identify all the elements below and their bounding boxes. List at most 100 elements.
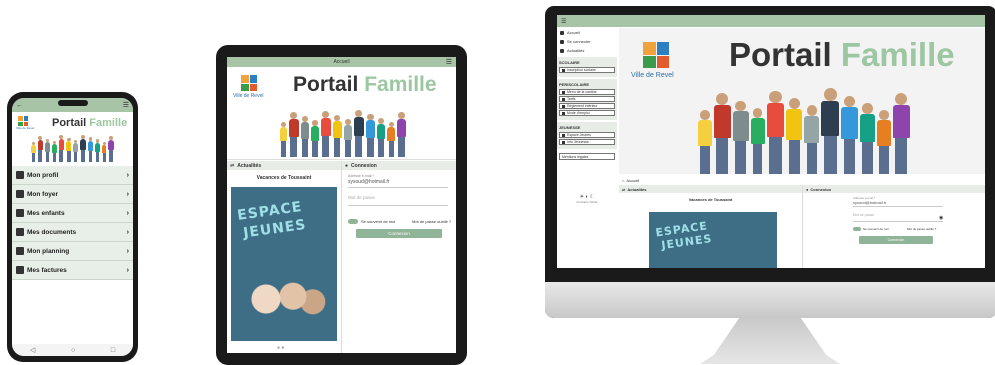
back-icon[interactable]: ◁: [30, 346, 35, 354]
child-figure: [108, 136, 114, 162]
menu-item-planning[interactable]: Mon planning ›: [12, 242, 133, 261]
home-icon[interactable]: ⌂: [622, 178, 624, 183]
youth-icon: [562, 133, 565, 137]
sidebar-group-scolaire: SCOLAIRE Inscription scolaire: [557, 57, 617, 77]
sidebar-item-tarifs[interactable]: Tarifs: [559, 96, 615, 102]
child-figure: [66, 137, 72, 162]
monitor-sidebar: Accueil Se connecter Actualités SCOLAIRE…: [557, 28, 617, 204]
sidebar-item-info-jeunesse[interactable]: Info Jeunesse: [559, 139, 615, 145]
child-figure: [73, 140, 78, 162]
monitor-device: ☰ Accueil Se connecter Actualités SCOLAI…: [545, 6, 995, 318]
poster-photo: [239, 271, 329, 327]
child-figure: [766, 90, 785, 174]
tablet-hero: Ville de Revel Portail Famille: [227, 67, 456, 159]
child-figure: [31, 141, 36, 162]
news-poster[interactable]: ESPACE JEUNES: [649, 212, 777, 268]
child-figure: [79, 134, 86, 162]
child-figure: [300, 116, 310, 157]
sidebar-item-home[interactable]: Accueil: [557, 28, 617, 37]
email-field[interactable]: Adresse e-mail * sysoud@hotmail.fr: [853, 196, 943, 207]
sidebar-item-espace-jeunes[interactable]: Espace Jeunes: [559, 132, 615, 138]
menu-item-invoices[interactable]: Mes factures ›: [12, 261, 133, 280]
phone-screen: ← ☰ Ville de Revel Portail Famille Mon p…: [12, 98, 133, 356]
city-logo: [18, 116, 28, 126]
child-figure: [58, 135, 65, 162]
forgot-password-link[interactable]: Mot de passe oublié ?: [412, 219, 451, 224]
chevron-right-icon: ›: [126, 171, 129, 179]
carousel-dots[interactable]: ● ●: [277, 345, 284, 351]
password-field[interactable]: Mot de passe: [853, 213, 943, 222]
sidebar-item-news[interactable]: Actualités: [557, 46, 617, 55]
chevron-right-icon: ›: [126, 228, 129, 236]
sidebar-item-inscription[interactable]: Inscription scolaire: [559, 67, 615, 73]
child-figure: [95, 139, 100, 162]
document-icon: [562, 104, 565, 108]
hamburger-menu-icon[interactable]: ☰: [123, 101, 129, 109]
eye-icon[interactable]: ◉: [939, 215, 943, 221]
calendar-icon: [16, 247, 24, 255]
password-field[interactable]: Mot de passe: [348, 195, 448, 206]
sidebar-item-login[interactable]: Se connecter: [557, 37, 617, 46]
city-name: Ville de Revel: [233, 93, 264, 99]
breadcrumb: ⌂ Accueil: [622, 177, 640, 183]
remember-me-toggle[interactable]: Se souvenir de moi: [853, 227, 889, 231]
info-icon: [562, 140, 565, 144]
recents-icon[interactable]: □: [111, 347, 115, 354]
toggle-switch[interactable]: [348, 219, 358, 224]
monitor-login-panel: ● Connexion Adresse e-mail * sysoud@hotma…: [803, 185, 985, 268]
tablet-device: Accueil ☰ Ville de Revel Portail Famille…: [216, 45, 467, 365]
children-banner: [233, 105, 453, 157]
news-poster[interactable]: ESPACE JEUNES: [231, 187, 337, 341]
monitor-screen: ☰ Accueil Se connecter Actualités SCOLAI…: [557, 15, 985, 268]
monitor-top-bar: ☰: [557, 15, 985, 27]
menu-item-household[interactable]: Mon foyer ›: [12, 185, 133, 204]
news-icon: ⇌: [622, 186, 626, 192]
login-header: ● Connexion: [803, 185, 985, 193]
news-item-title: Vacances de Toussaint: [688, 197, 733, 202]
child-figure: [732, 100, 749, 174]
hamburger-menu-icon[interactable]: ☰: [446, 58, 452, 66]
email-field[interactable]: Adresse e-mail * sysoud@hotmail.fr: [348, 174, 448, 188]
sidebar-item-reglement[interactable]: Règlement intérieur: [559, 103, 615, 109]
city-name: Ville de Revel: [631, 72, 674, 79]
child-figure: [343, 119, 352, 157]
euro-icon: [562, 97, 565, 101]
child-figure: [353, 109, 364, 157]
documents-icon: [16, 228, 24, 236]
toggle-switch[interactable]: [853, 227, 861, 231]
monitor-stand: [700, 318, 840, 364]
phone-menu: Mon profil › Mon foyer › Mes enfants › Mes …: [12, 166, 133, 280]
legal-mentions-button[interactable]: Mentions légales: [559, 153, 615, 160]
child-figure: [87, 136, 94, 162]
menu-item-profile[interactable]: Mon profil ›: [12, 166, 133, 185]
child-figure: [750, 107, 765, 174]
child-figure: [698, 110, 712, 174]
menu-item-documents[interactable]: Mes documents ›: [12, 223, 133, 242]
children-icon: [16, 209, 24, 217]
tablet-top-bar: Accueil ☰: [227, 57, 456, 67]
monitor-hero: Ville de Revel Portail Famille: [619, 28, 985, 174]
sidebar-item-mode-emploi[interactable]: Mode d'emploi: [559, 110, 615, 116]
sidebar-item-menu[interactable]: Menu de la cantine: [559, 89, 615, 95]
child-figure: [37, 136, 44, 162]
back-arrow-icon[interactable]: ←: [16, 102, 23, 109]
news-panel: ⇌ Actualités Vacances de Toussaint ESPACE…: [227, 161, 341, 353]
child-figure: [377, 117, 386, 157]
child-figure: [841, 95, 858, 174]
remember-me-toggle[interactable]: Se souvenir de moi: [348, 219, 395, 224]
login-button[interactable]: Connexion: [859, 236, 933, 244]
lock-icon: ●: [345, 162, 349, 169]
hamburger-menu-icon[interactable]: ☰: [561, 18, 566, 25]
menu-item-children[interactable]: Mes enfants ›: [12, 204, 133, 223]
title-word1: Portail: [293, 73, 359, 96]
phone-header: Ville de Revel Portail Famille: [12, 112, 133, 132]
menu-icon: [562, 90, 565, 94]
phone-device: ← ☰ Ville de Revel Portail Famille Mon p…: [7, 92, 138, 362]
child-figure: [786, 98, 803, 174]
login-header: ● Connexion: [342, 161, 456, 170]
home-icon[interactable]: ○: [71, 347, 75, 354]
chevron-right-icon: ›: [126, 266, 129, 274]
title-word2: Famille: [89, 117, 128, 129]
forgot-password-link[interactable]: Mot de passe oublié ?: [907, 227, 936, 231]
login-button[interactable]: Connexion: [356, 229, 442, 238]
